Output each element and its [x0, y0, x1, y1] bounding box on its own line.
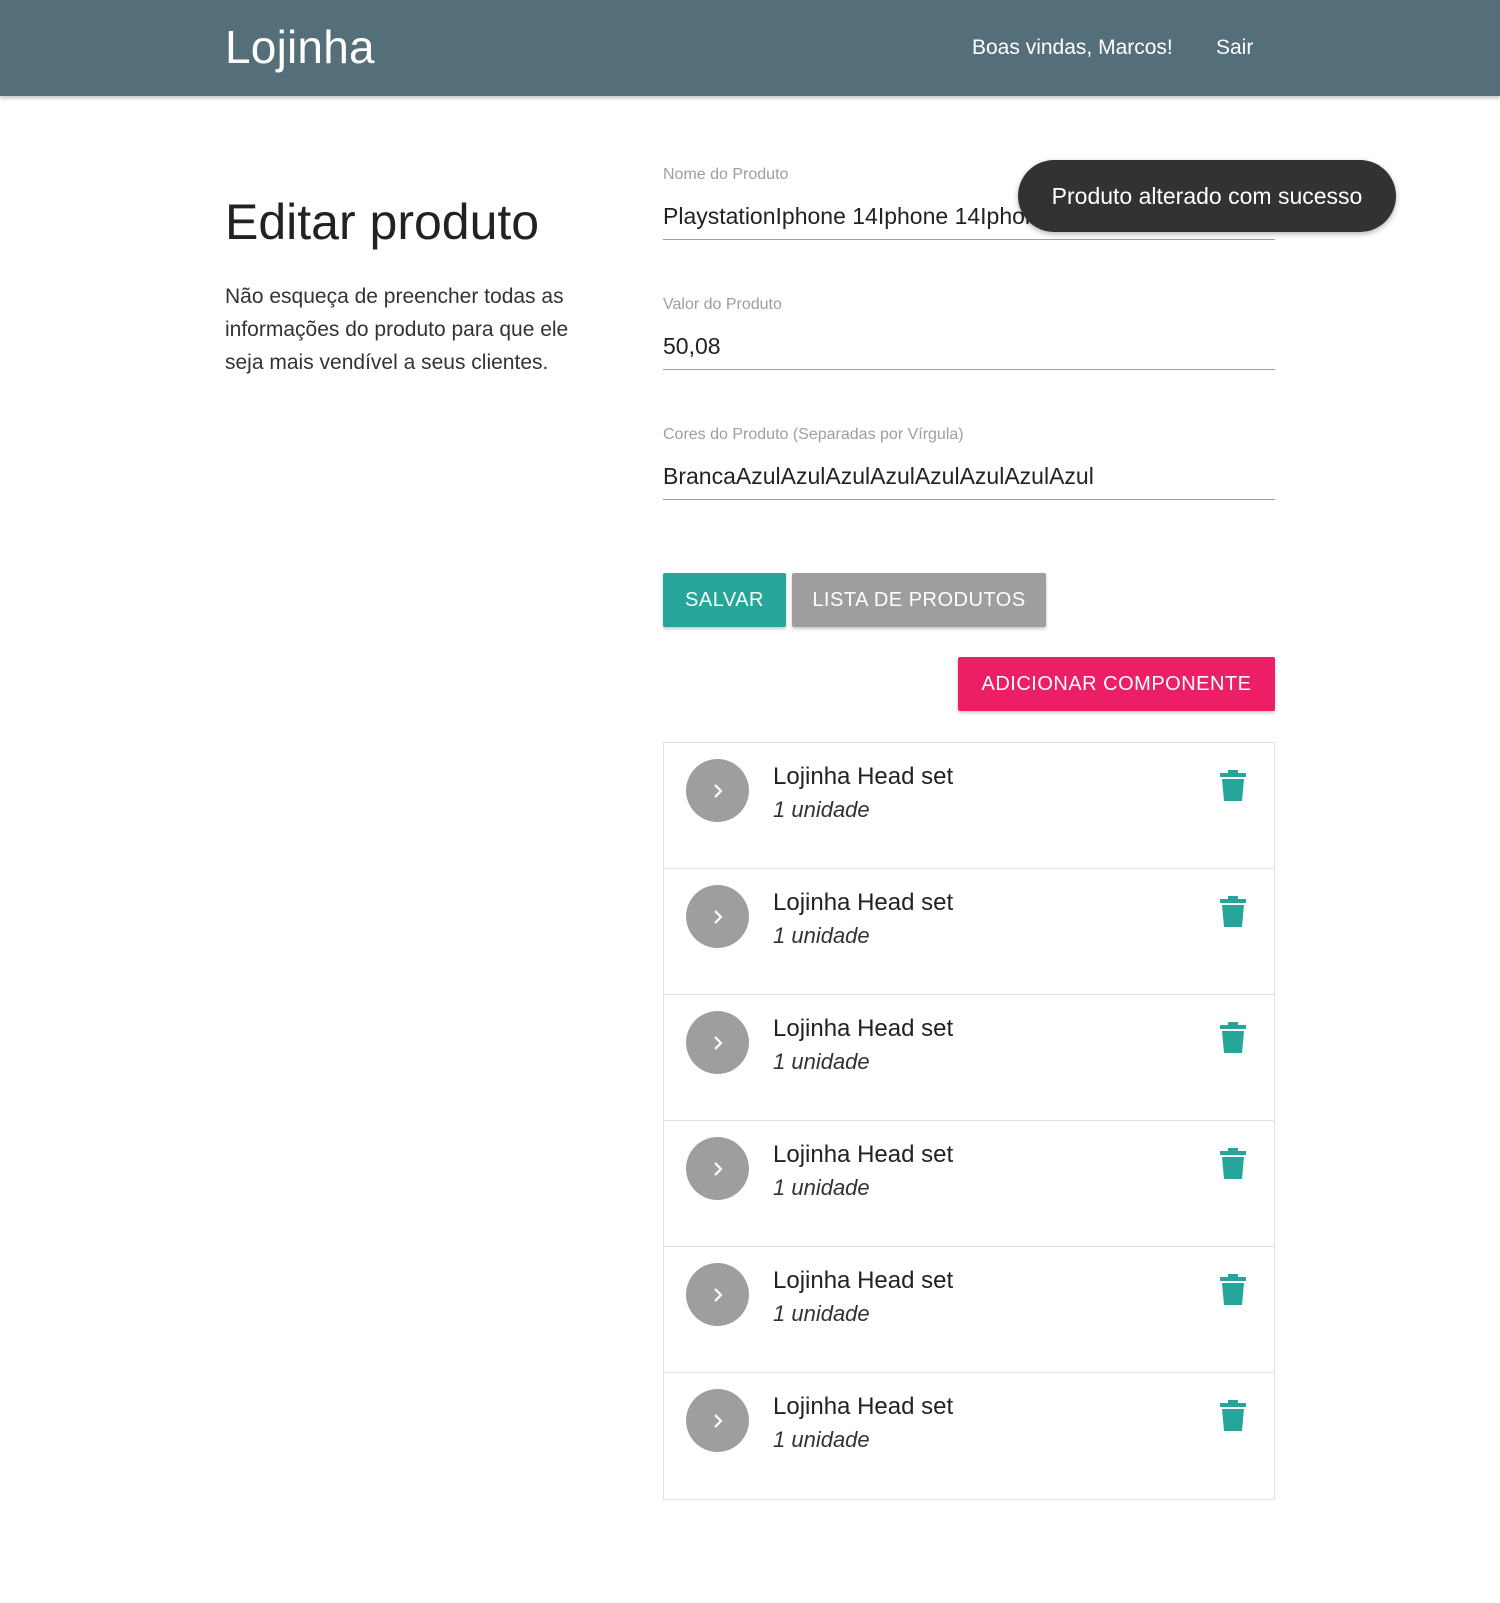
- component-name: Lojinha Head set: [773, 1141, 954, 1168]
- add-component-button[interactable]: ADICIONAR COMPONENTE: [958, 657, 1275, 711]
- component-quantity: 1 unidade: [773, 797, 870, 822]
- product-colors-input[interactable]: [663, 454, 1275, 500]
- trash-icon[interactable]: [1220, 1400, 1246, 1432]
- component-name: Lojinha Head set: [773, 1015, 954, 1042]
- product-list-button[interactable]: LISTA DE PRODUTOS: [792, 573, 1046, 627]
- page-description: Não esqueça de preencher todas as inform…: [225, 285, 569, 374]
- product-price-label: Valor do Produto: [663, 296, 782, 313]
- component-name: Lojinha Head set: [773, 1393, 954, 1420]
- chevron-right-icon[interactable]: [686, 759, 749, 822]
- product-name-label: Nome do Produto: [663, 166, 789, 183]
- chevron-right-icon[interactable]: [686, 1137, 749, 1200]
- trash-icon[interactable]: [1220, 1148, 1246, 1180]
- component-quantity: 1 unidade: [773, 1049, 870, 1074]
- trash-icon[interactable]: [1220, 1022, 1246, 1054]
- list-item: Lojinha Head set 1 unidade: [664, 1247, 1274, 1373]
- list-item: Lojinha Head set 1 unidade: [664, 743, 1274, 869]
- component-name: Lojinha Head set: [773, 763, 954, 790]
- trash-icon[interactable]: [1220, 1274, 1246, 1306]
- chevron-right-icon[interactable]: [686, 1389, 749, 1452]
- logout-link[interactable]: Sair: [1216, 36, 1253, 60]
- component-list: Lojinha Head set 1 unidade Lojinha Head …: [663, 742, 1275, 1500]
- trash-icon[interactable]: [1220, 770, 1246, 802]
- component-name: Lojinha Head set: [773, 889, 954, 916]
- component-quantity: 1 unidade: [773, 1427, 870, 1452]
- brand-logo[interactable]: Lojinha: [225, 20, 375, 74]
- toast-notification: Produto alterado com sucesso: [1018, 160, 1396, 232]
- component-quantity: 1 unidade: [773, 1301, 870, 1326]
- component-name: Lojinha Head set: [773, 1267, 954, 1294]
- save-button[interactable]: SALVAR: [663, 573, 786, 627]
- component-quantity: 1 unidade: [773, 1175, 870, 1200]
- chevron-right-icon[interactable]: [686, 885, 749, 948]
- welcome-link[interactable]: Boas vindas, Marcos!: [972, 36, 1173, 60]
- page-title: Editar produto: [225, 194, 540, 250]
- product-colors-label: Cores do Produto (Separadas por Vírgula): [663, 426, 964, 443]
- product-price-input[interactable]: [663, 324, 1275, 370]
- trash-icon[interactable]: [1220, 896, 1246, 928]
- list-item: Lojinha Head set 1 unidade: [664, 869, 1274, 995]
- component-quantity: 1 unidade: [773, 923, 870, 948]
- chevron-right-icon[interactable]: [686, 1011, 749, 1074]
- list-item: Lojinha Head set 1 unidade: [664, 1121, 1274, 1247]
- list-item: Lojinha Head set 1 unidade: [664, 995, 1274, 1121]
- navbar: Lojinha Boas vindas, Marcos! Sair: [0, 0, 1500, 96]
- list-item: Lojinha Head set 1 unidade: [664, 1373, 1274, 1499]
- chevron-right-icon[interactable]: [686, 1263, 749, 1326]
